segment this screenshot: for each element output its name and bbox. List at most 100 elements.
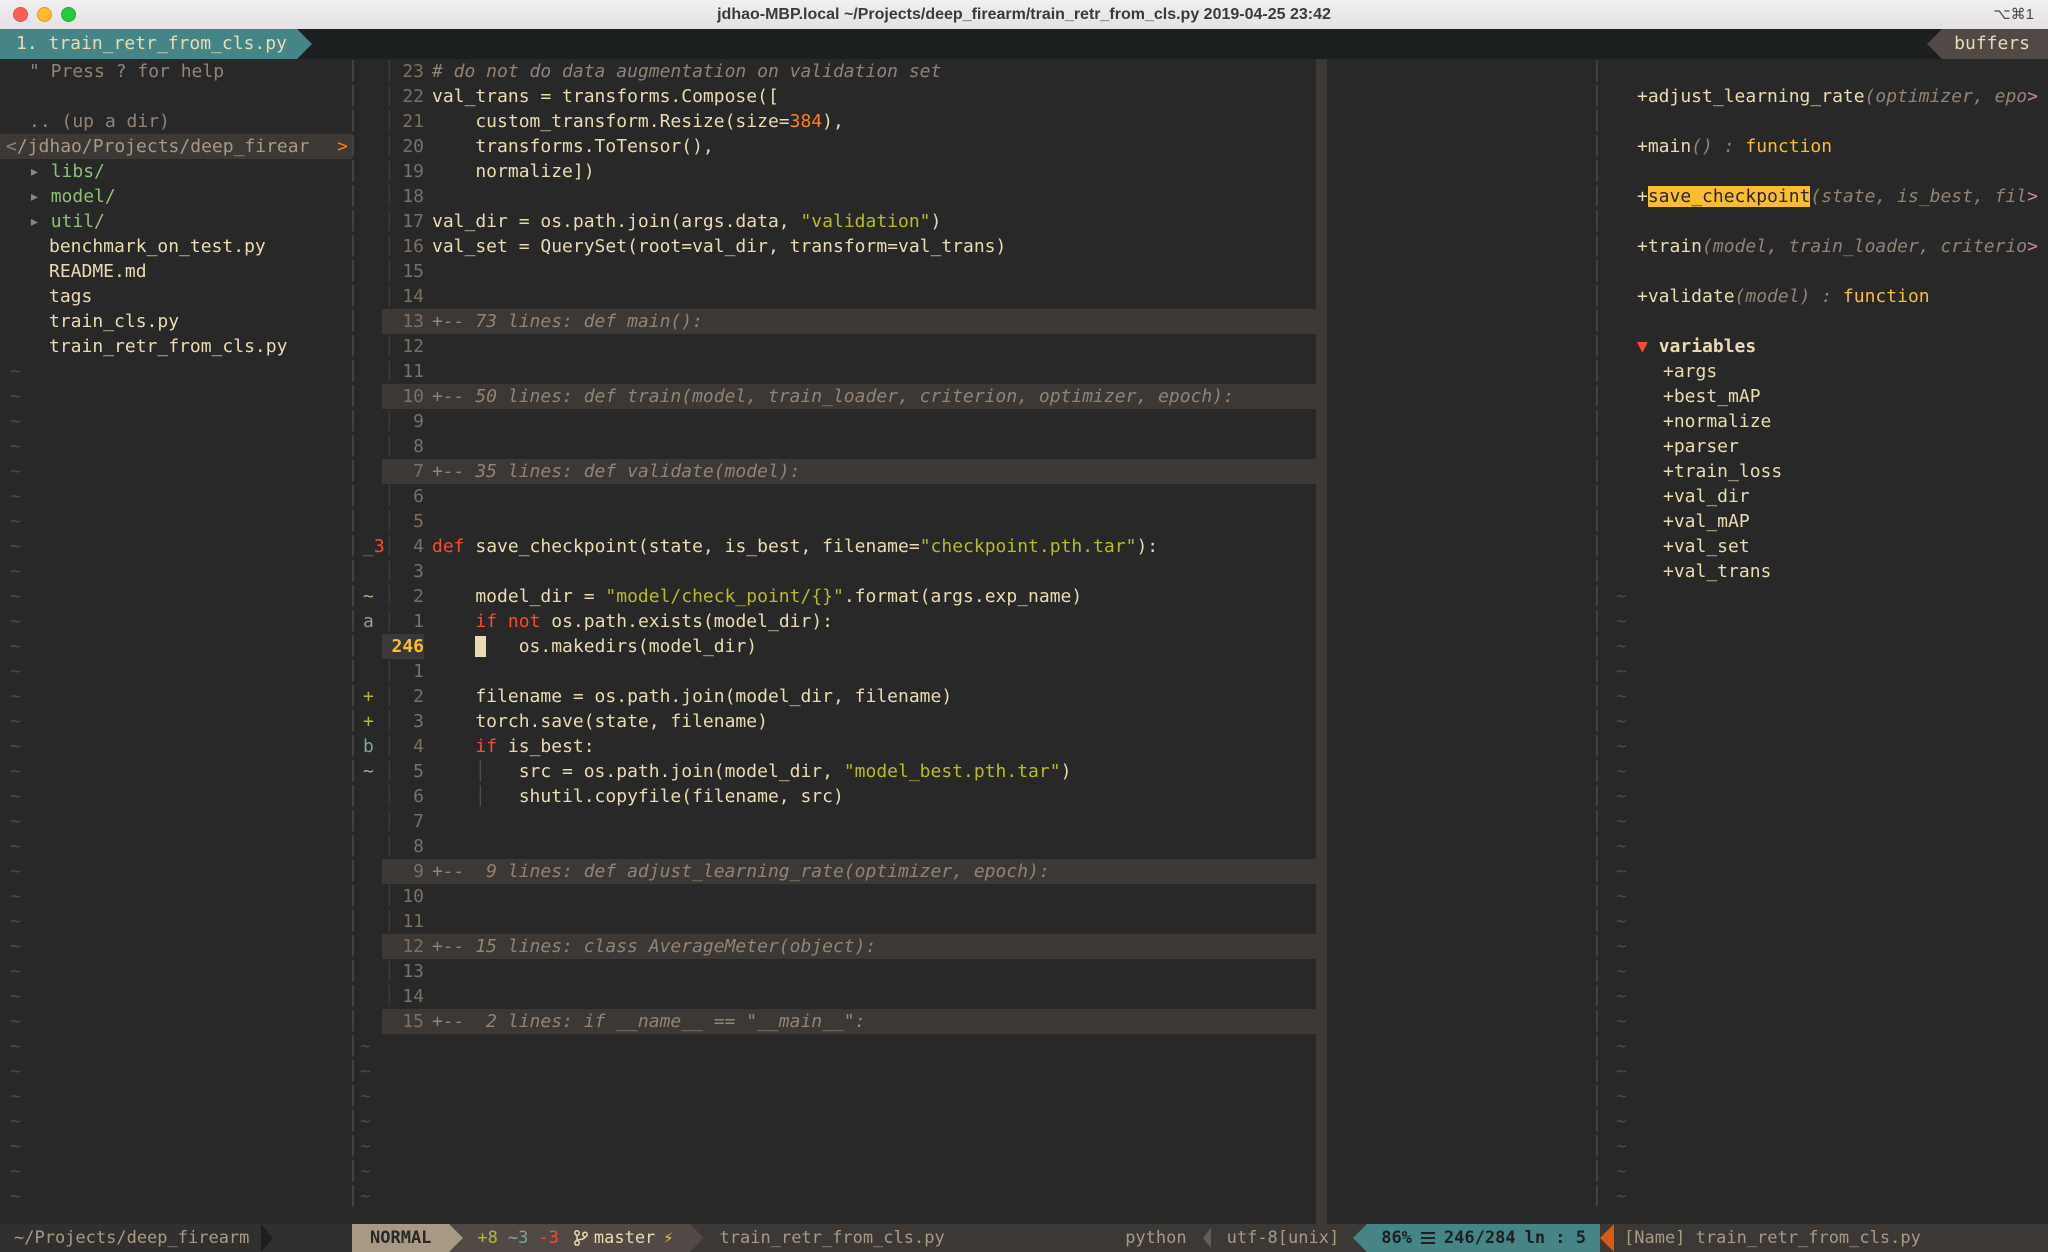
line-number: 14 xyxy=(382,984,424,1009)
tagbar-tag-adjust-learning-rate[interactable]: +adjust_learning_rate(optimizer, epo> xyxy=(1608,84,2048,109)
code-line[interactable]: │10 xyxy=(352,884,1596,909)
code-line[interactable]: │5 xyxy=(352,509,1596,534)
empty-line-tilde: ~ xyxy=(1608,1109,2048,1134)
tagbar-panel[interactable]: +adjust_learning_rate(optimizer, epo> +ma… xyxy=(1608,59,2048,1224)
code-line[interactable]: +│2 filename = os.path.join(model_dir, f… xyxy=(352,684,1596,709)
code-line[interactable]: │17val_dir = os.path.join(args.data, "va… xyxy=(352,209,1596,234)
line-number: 21 xyxy=(382,109,424,134)
tagbar-tag-train-loss[interactable]: +train_loss xyxy=(1608,459,2048,484)
tagbar-tag-item[interactable]: ▼ variables xyxy=(1608,334,2048,359)
code-line-fold[interactable]: 10+-- 50 lines: def train(model, train_l… xyxy=(352,384,1596,409)
tagbar-tag-val-trans[interactable]: +val_trans xyxy=(1608,559,2048,584)
code-line[interactable]: │14 xyxy=(352,984,1596,1009)
nerdtree-file-readme-md[interactable]: README.md xyxy=(0,259,352,284)
nerdtree-panel[interactable]: " Press ? for help.. (up a dir)</jdhao/P… xyxy=(0,59,352,1224)
code-line[interactable]: │15 xyxy=(352,259,1596,284)
empty-line-tilde: ~ xyxy=(0,1034,352,1059)
empty-line-tilde: ~ xyxy=(1608,634,2048,659)
gutter-sign-add: + xyxy=(363,684,374,709)
line-number: 2 xyxy=(382,584,424,609)
code-line[interactable]: │20 transforms.ToTensor(), xyxy=(352,134,1596,159)
line-number: 7 xyxy=(382,809,424,834)
code-line[interactable]: │19 normalize]) xyxy=(352,159,1596,184)
buffers-label[interactable]: buffers xyxy=(1942,29,2048,59)
code-line[interactable]: │12 xyxy=(352,334,1596,359)
code-line[interactable]: │6 xyxy=(352,484,1596,509)
code-line[interactable]: │8 xyxy=(352,434,1596,459)
tagbar-tag-val-dir[interactable]: +val_dir xyxy=(1608,484,2048,509)
position-segment: 86% 246/284 ln : 5 xyxy=(1367,1224,1600,1252)
tagbar-tag-args[interactable]: +args xyxy=(1608,359,2048,384)
code-line[interactable]: │246 os.makedirs(model_dir) xyxy=(352,634,1596,659)
tagbar-tag-val-map[interactable]: +val_mAP xyxy=(1608,509,2048,534)
vim-tabline: 1. train_retr_from_cls.py buffers xyxy=(0,29,2048,59)
minimize-window-button[interactable] xyxy=(37,7,52,22)
nerdtree-up-a-dir[interactable]: .. (up a dir) xyxy=(0,109,352,134)
empty-line-tilde: ~ xyxy=(0,1134,352,1159)
code-text: val_dir = os.path.join(args.data, "valid… xyxy=(432,209,941,234)
gutter-sign-add: + xyxy=(363,709,374,734)
code-line[interactable]: +│3 torch.save(state, filename) xyxy=(352,709,1596,734)
empty-line-tilde: ~ xyxy=(360,1034,371,1059)
line-number: 10 xyxy=(382,384,424,409)
tagbar-tag-val-set[interactable]: +val_set xyxy=(1608,534,2048,559)
code-line[interactable]: │18 xyxy=(352,184,1596,209)
code-line[interactable]: │8 xyxy=(352,834,1596,859)
tagbar-tag-train[interactable]: +train(model, train_loader, criterio> xyxy=(1608,234,2048,259)
empty-line-tilde: ~ xyxy=(1608,684,2048,709)
code-line[interactable]: │6 shutil.copyfile(filename, src)│ xyxy=(352,784,1596,809)
empty-line-tilde: ~ xyxy=(0,784,352,809)
tagbar-tag-validate[interactable]: +validate(model) : function xyxy=(1608,284,2048,309)
code-line[interactable]: │21 custom_transform.Resize(size=384), xyxy=(352,109,1596,134)
nerdtree-dir-util[interactable]: ▸ util/ xyxy=(0,209,352,234)
code-line[interactable]: │11 xyxy=(352,909,1596,934)
window-separator[interactable]: │ │ │ │ │ │ │ │ │ │ │ │ │ │ │ │ │ │ │ │ … xyxy=(1590,59,1604,1209)
code-line[interactable]: │13 xyxy=(352,959,1596,984)
empty-line-tilde: ~ xyxy=(0,1084,352,1109)
tagbar-tag-best-map[interactable]: +best_mAP xyxy=(1608,384,2048,409)
tab-train-retr-from-cls[interactable]: 1. train_retr_from_cls.py xyxy=(0,29,297,59)
encoding-indicator: utf-8[unix] xyxy=(1227,1224,1340,1252)
chevron-right-icon: ▸ xyxy=(29,211,51,232)
empty-line-tilde: ~ xyxy=(1608,1084,2048,1109)
nerdtree-file-train-cls-py[interactable]: train_cls.py xyxy=(0,309,352,334)
empty-line-tilde: ~ xyxy=(360,1184,371,1209)
code-line[interactable]: ~│5 src = os.path.join(model_dir, "model… xyxy=(352,759,1596,784)
nerdtree-file-train-retr-from-cls-py[interactable]: train_retr_from_cls.py xyxy=(0,334,352,359)
code-line-fold[interactable]: 7+-- 35 lines: def validate(model): xyxy=(352,459,1596,484)
nerdtree-root-path[interactable]: </jdhao/Projects/deep_firear> xyxy=(0,134,352,159)
code-line[interactable]: │3 xyxy=(352,559,1596,584)
tagbar-tag-normalize[interactable]: +normalize xyxy=(1608,409,2048,434)
tagbar-blank-line xyxy=(1608,309,2048,334)
code-line[interactable]: │1 xyxy=(352,659,1596,684)
code-line[interactable]: │9 xyxy=(352,409,1596,434)
empty-line-tilde: ~ xyxy=(1608,934,2048,959)
editor-window[interactable]: │23# do not do data augmentation on vali… xyxy=(352,59,1596,1224)
code-line[interactable]: │22val_trans = transforms.Compose([ xyxy=(352,84,1596,109)
code-line[interactable]: │23# do not do data augmentation on vali… xyxy=(352,59,1596,84)
code-text: def save_checkpoint(state, is_best, file… xyxy=(432,534,1158,559)
close-window-button[interactable] xyxy=(13,7,28,22)
code-line[interactable]: b│4 if is_best: xyxy=(352,734,1596,759)
nerdtree-dir-libs[interactable]: ▸ libs/ xyxy=(0,159,352,184)
code-line-fold[interactable]: 15+-- 2 lines: if __name__ == "__main__"… xyxy=(352,1009,1596,1034)
code-line[interactable]: │16val_set = QuerySet(root=val_dir, tran… xyxy=(352,234,1596,259)
line-number: 6 xyxy=(382,484,424,509)
nerdtree-dir-model[interactable]: ▸ model/ xyxy=(0,184,352,209)
code-line-fold[interactable]: 13+-- 73 lines: def main(): xyxy=(352,309,1596,334)
nerdtree-file-tags[interactable]: tags xyxy=(0,284,352,309)
code-line[interactable]: _3│4def save_checkpoint(state, is_best, … xyxy=(352,534,1596,559)
code-line[interactable]: ~│2 model_dir = "model/check_point/{}".f… xyxy=(352,584,1596,609)
code-line[interactable]: │7 xyxy=(352,809,1596,834)
code-line[interactable]: a│1 if not os.path.exists(model_dir): xyxy=(352,609,1596,634)
code-line[interactable]: │11 xyxy=(352,359,1596,384)
tagbar-tag-main[interactable]: +main() : function xyxy=(1608,134,2048,159)
code-line[interactable]: │14 xyxy=(352,284,1596,309)
code-line-fold[interactable]: 12+-- 15 lines: class AverageMeter(objec… xyxy=(352,934,1596,959)
nerdtree-file-benchmark-on-test-py[interactable]: benchmark_on_test.py xyxy=(0,234,352,259)
tagbar-tag-parser[interactable]: +parser xyxy=(1608,434,2048,459)
zoom-window-button[interactable] xyxy=(61,7,76,22)
tagbar-tag-item[interactable]: +save_checkpoint(state, is_best, fil> xyxy=(1608,184,2048,209)
window-separator[interactable]: │ │ │ │ │ │ │ │ │ │ │ │ │ │ │ │ │ │ │ │ … xyxy=(346,59,360,1209)
code-line-fold[interactable]: 9+-- 9 lines: def adjust_learning_rate(o… xyxy=(352,859,1596,884)
